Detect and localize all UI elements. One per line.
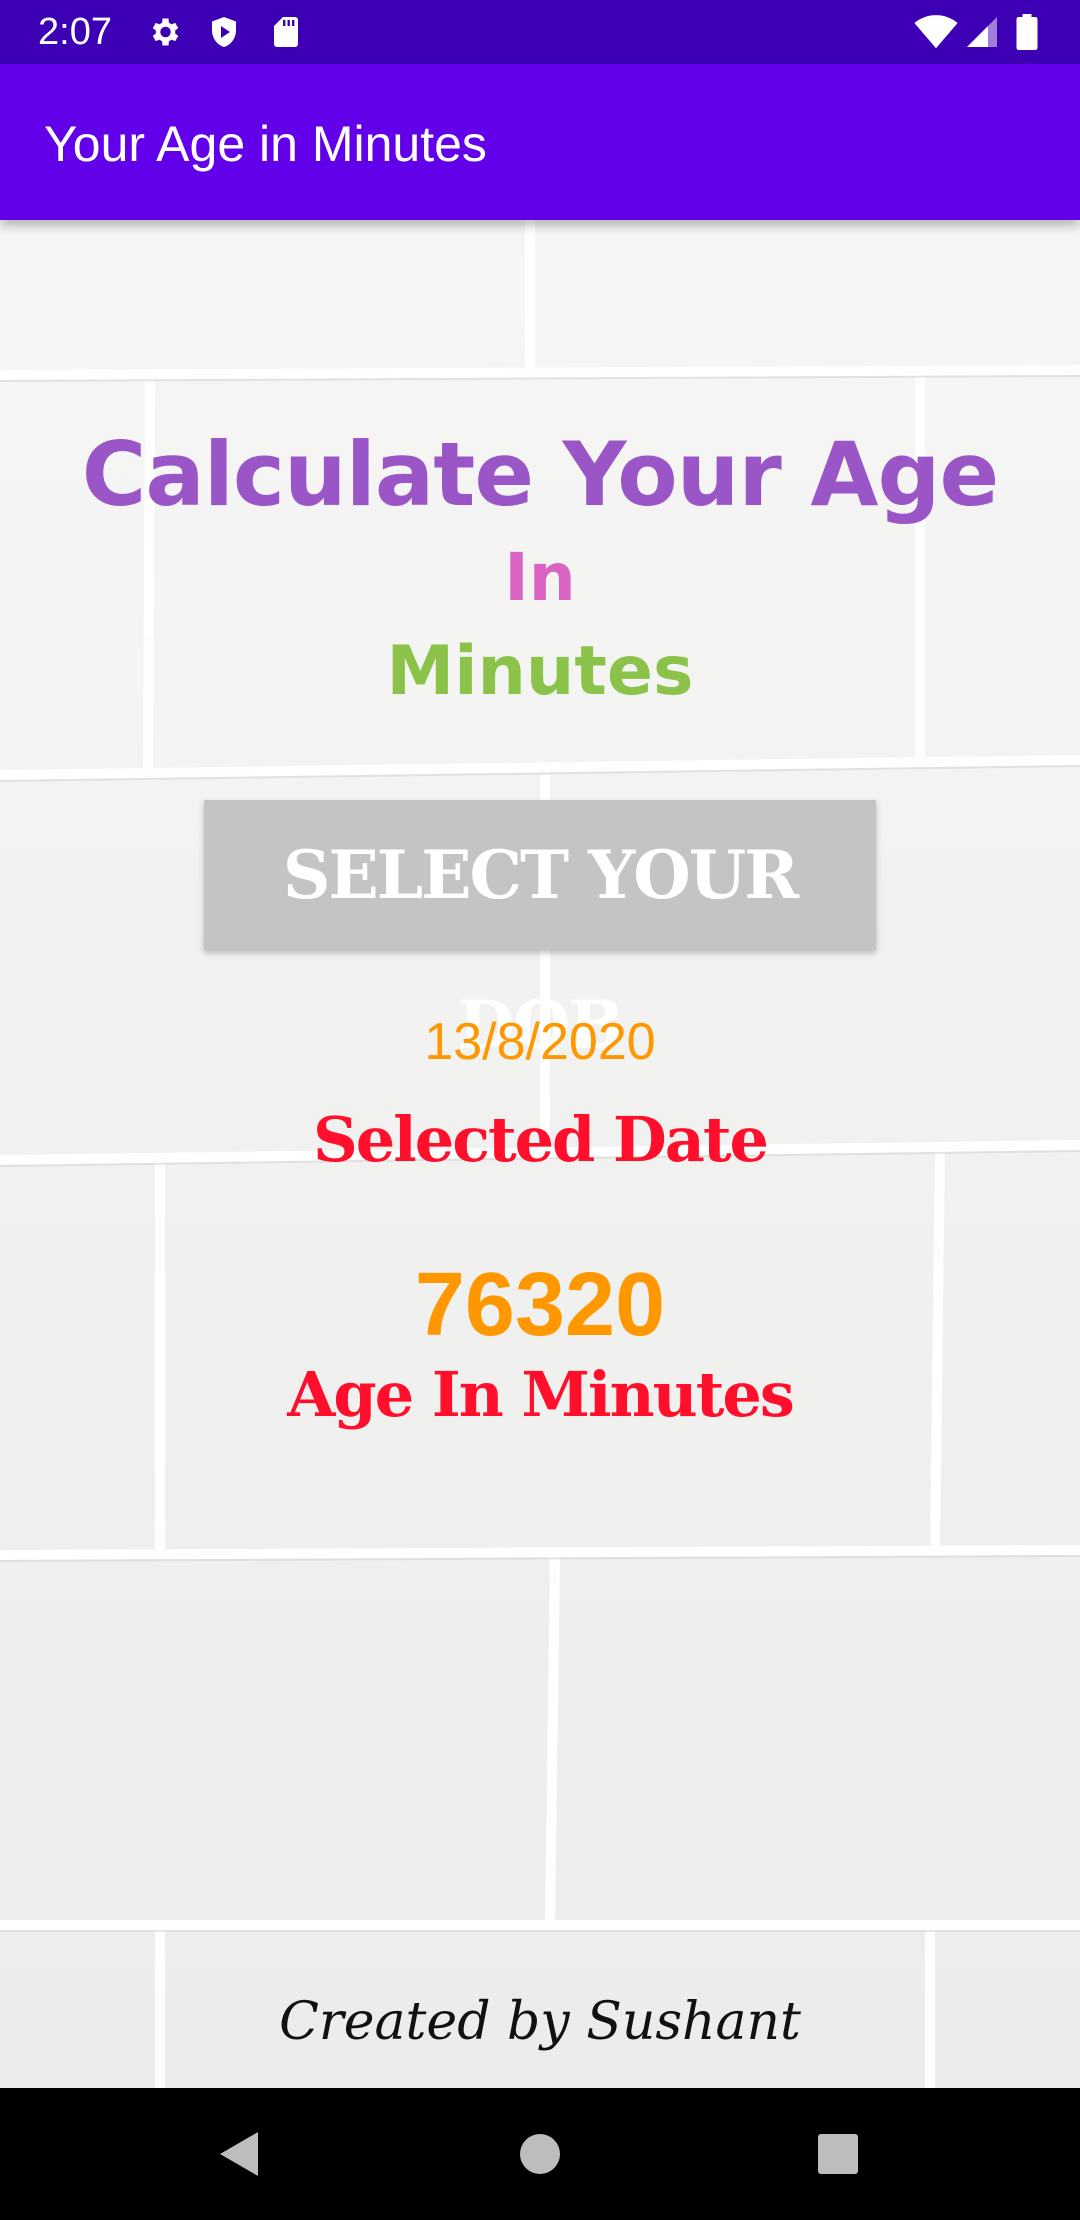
signal-icon: [964, 14, 1000, 50]
app-bar: Your Age in Minutes: [0, 64, 1080, 220]
headline-minutes: Minutes: [386, 632, 694, 711]
navigation-bar: [0, 2088, 1080, 2220]
recents-icon[interactable]: [798, 2114, 878, 2194]
home-icon[interactable]: [500, 2114, 580, 2194]
settings-icon: [146, 14, 182, 50]
footer-credit: Created by Sushant: [279, 1992, 801, 2052]
age-in-minutes-label: Age In Minutes: [287, 1358, 794, 1431]
back-icon[interactable]: [200, 2114, 280, 2194]
selected-date-label: Selected Date: [312, 1103, 769, 1176]
app-title: Your Age in Minutes: [44, 116, 487, 172]
select-dob-button[interactable]: SELECT YOUR DOB: [204, 800, 876, 1064]
selected-date-value: 13/8/2020: [424, 1013, 656, 1071]
sd-card-icon: [268, 14, 304, 50]
age-in-minutes-value: 76320: [414, 1255, 666, 1355]
battery-icon: [1014, 14, 1040, 50]
status-time: 2:07: [38, 11, 112, 53]
shield-icon: [206, 14, 242, 50]
wifi-icon: [914, 14, 958, 50]
status-bar: 2:07: [0, 0, 1080, 64]
main-content: Calculate Your Age In Minutes SELECT YOU…: [0, 220, 1080, 2088]
headline-in: In: [504, 539, 576, 616]
headline-calculate-your-age: Calculate Your Age: [81, 423, 999, 526]
screen: 2:07 Your Age in Minutes Calculate Your …: [0, 0, 1080, 2220]
